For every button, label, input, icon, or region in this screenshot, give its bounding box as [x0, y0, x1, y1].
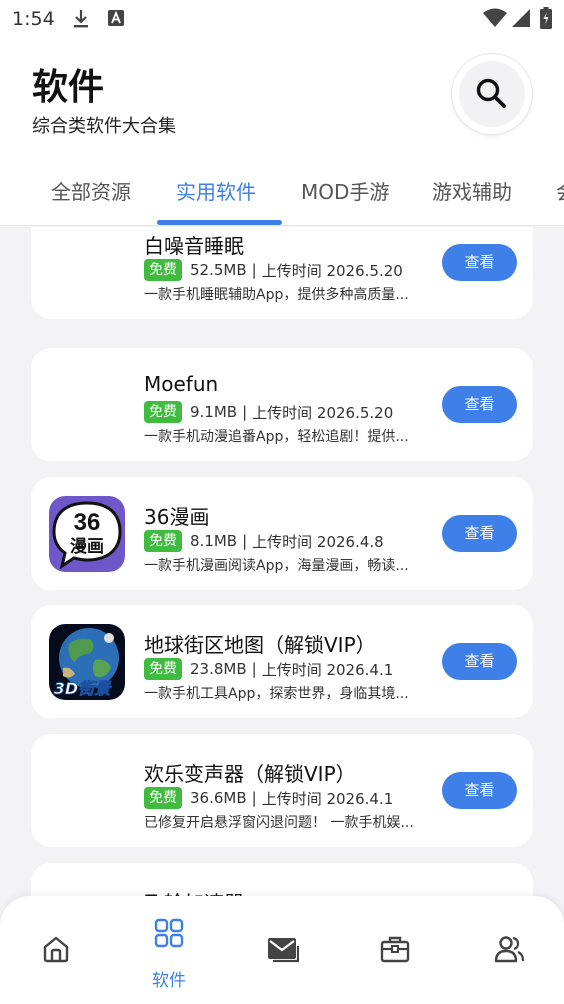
view-button[interactable]: 查看: [442, 515, 517, 552]
mail-icon: [268, 938, 299, 963]
upload-time: 上传时间 2026.5.20: [252, 403, 394, 422]
app-meta: 免费 23.8MB | 上传时间 2026.4.1: [144, 658, 393, 680]
list-item[interactable]: 36 漫画 36漫画 免费 8.1MB | 上传时间 2026.4.8 一款手机…: [31, 477, 533, 590]
search-icon: [476, 78, 506, 108]
app-name: 白噪音睡眠: [144, 234, 244, 258]
app-name: 地球街区地图（解锁VIP）: [144, 633, 376, 657]
bottom-nav: 软件: [0, 896, 564, 1004]
app-icon: [49, 227, 125, 301]
tab-mod-games[interactable]: MOD手游: [301, 176, 389, 205]
tab-all-resources[interactable]: 全部资源: [51, 176, 131, 205]
upload-time: 上传时间 2026.5.20: [261, 261, 403, 280]
app-description: 一款手机工具App，探索世界，身临其境...: [144, 686, 409, 702]
nav-toolbox[interactable]: [339, 896, 451, 1004]
app-size: 52.5MB: [190, 261, 247, 279]
app-meta: 免费 9.1MB | 上传时间 2026.5.20: [144, 401, 393, 423]
list-item[interactable]: 3D街景 地球街区地图（解锁VIP） 免费 23.8MB | 上传时间 2026…: [31, 605, 533, 718]
view-button[interactable]: 查看: [442, 643, 517, 680]
tab-indicator: [157, 220, 282, 225]
page-subtitle: 综合类软件大合集: [32, 116, 176, 137]
app-icon-earth-street-map: 3D街景: [49, 624, 125, 700]
top-area: 1:54 软件 综合类软件大合集 全部资源 实用软件 MOD手游 游戏辅助 会: [0, 0, 564, 226]
app-meta: 免费 36.6MB | 上传时间 2026.4.1: [144, 787, 393, 809]
meta-separator: |: [251, 261, 257, 279]
app-name: 欢乐变声器（解锁VIP）: [144, 762, 356, 786]
app-icon: [49, 753, 125, 829]
list-item[interactable]: Moefun 免费 9.1MB | 上传时间 2026.5.20 一款手机动漫追…: [31, 348, 533, 461]
app-size: 8.1MB: [190, 532, 238, 550]
app-description: 已修复开启悬浮窗闪退问题！ 一款手机娱...: [144, 815, 414, 831]
wifi-icon: [482, 8, 508, 32]
apps-grid-icon: [154, 918, 184, 948]
app-name: 36漫画: [144, 505, 210, 529]
app-description: 一款手机睡眠辅助App，提供多种高质量...: [144, 287, 409, 303]
app-size: 36.6MB: [190, 789, 247, 807]
battery-icon: [540, 7, 552, 33]
free-badge: 免费: [144, 259, 182, 281]
app-description: 一款手机漫画阅读App，海量漫画，畅读...: [144, 558, 409, 574]
nav-software[interactable]: 软件: [113, 896, 225, 1004]
svg-text:漫画: 漫画: [70, 536, 104, 557]
tab-utility-software[interactable]: 实用软件: [176, 176, 256, 205]
status-bar: 1:54: [0, 0, 564, 40]
svg-text:36: 36: [74, 509, 101, 536]
upload-time: 上传时间 2026.4.8: [252, 532, 384, 551]
app-size: 9.1MB: [190, 403, 238, 421]
status-time: 1:54: [12, 8, 55, 30]
meta-separator: |: [242, 403, 248, 421]
nav-mail[interactable]: [226, 896, 338, 1004]
toolbox-icon: [380, 936, 410, 963]
app-meta: 免费 8.1MB | 上传时间 2026.4.8: [144, 530, 384, 552]
app-icon-36manhua: 36 漫画: [49, 496, 125, 572]
users-icon: [494, 936, 525, 963]
app-name: Moefun: [144, 372, 219, 396]
meta-separator: |: [242, 532, 248, 550]
meta-separator: |: [251, 660, 257, 678]
app-description: 一款手机动漫追番App，轻松追剧！提供...: [144, 429, 409, 445]
accessibility-icon: [107, 9, 125, 31]
app-meta: 免费 52.5MB | 上传时间 2026.5.20: [144, 259, 403, 281]
view-button[interactable]: 查看: [442, 772, 517, 809]
tab-more[interactable]: 会: [556, 176, 564, 205]
free-badge: 免费: [144, 401, 182, 423]
app-size: 23.8MB: [190, 660, 247, 678]
list-item[interactable]: 白噪音睡眠 免费 52.5MB | 上传时间 2026.5.20 一款手机睡眠辅…: [31, 227, 533, 319]
free-badge: 免费: [144, 787, 182, 809]
list-item[interactable]: 欢乐变声器（解锁VIP） 免费 36.6MB | 上传时间 2026.4.1 已…: [31, 734, 533, 847]
page-title: 软件: [32, 67, 105, 108]
upload-time: 上传时间 2026.4.1: [261, 789, 394, 808]
free-badge: 免费: [144, 530, 182, 552]
category-tabs: 全部资源 实用软件 MOD手游 游戏辅助 会: [0, 160, 564, 226]
cell-signal-icon: [511, 8, 531, 32]
tab-game-assist[interactable]: 游戏辅助: [432, 176, 512, 205]
search-button[interactable]: [452, 54, 532, 134]
home-icon: [43, 936, 69, 963]
nav-home[interactable]: [0, 896, 112, 1004]
svg-text:3D街景: 3D街景: [54, 679, 112, 698]
app-list[interactable]: 白噪音睡眠 免费 52.5MB | 上传时间 2026.5.20 一款手机睡眠辅…: [0, 227, 564, 1004]
view-button[interactable]: 查看: [442, 386, 517, 423]
download-icon: [72, 9, 90, 33]
nav-software-label: 软件: [152, 971, 186, 991]
view-button[interactable]: 查看: [442, 244, 517, 281]
meta-separator: |: [251, 789, 257, 807]
nav-profile[interactable]: [452, 896, 564, 1004]
free-badge: 免费: [144, 658, 182, 680]
app-icon: [49, 367, 125, 443]
upload-time: 上传时间 2026.4.1: [261, 660, 394, 679]
